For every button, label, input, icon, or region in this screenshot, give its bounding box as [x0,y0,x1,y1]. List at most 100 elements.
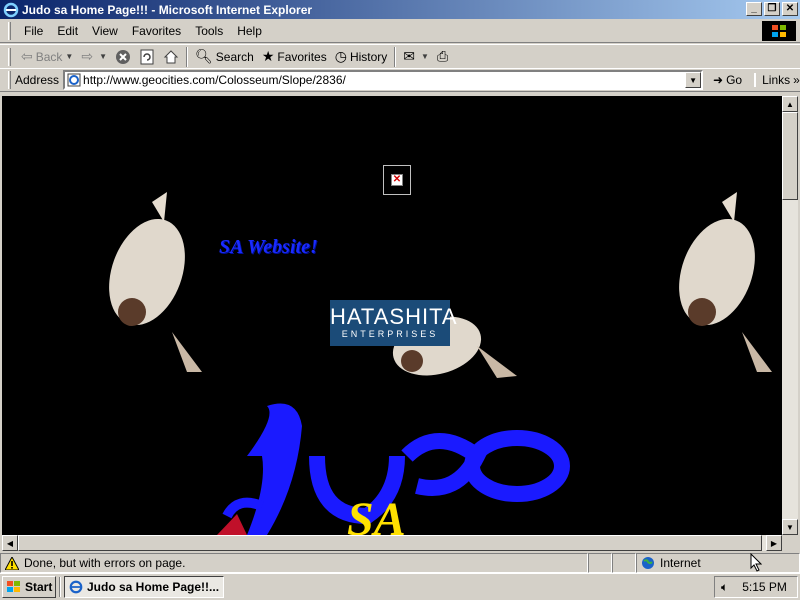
page-icon [67,73,81,87]
judoka-image-left [109,192,202,372]
volume-icon[interactable]: 🔈︎ [721,580,728,595]
address-grip[interactable] [8,71,11,89]
mouse-cursor-icon [750,553,762,572]
scroll-right-button[interactable]: ▶ [766,535,782,551]
search-icon: 🔍︎ [195,48,213,64]
status-panel-empty [612,553,636,573]
clock[interactable]: 5:15 PM [742,580,787,594]
ie-logo-icon [69,580,83,594]
restore-button[interactable]: ❐ [764,2,780,16]
print-button[interactable]: ⎙ [433,46,455,68]
chevron-right-icon: » [793,73,800,87]
mail-button[interactable]: ✉ ▼ [399,46,433,68]
windows-flag-icon [7,581,20,592]
chevron-down-icon: ▼ [99,52,107,61]
chevron-down-icon: ▼ [65,52,74,61]
chevron-down-icon: ▼ [421,52,429,61]
ie-logo-icon [3,2,19,17]
address-bar: Address http://www.geocities.com/Colosse… [0,68,800,92]
taskbar-window-title: Judo sa Home Page!!... [87,580,220,594]
judoka-image-right [679,192,772,372]
status-message-panel[interactable]: Done, but with errors on page. [0,553,588,573]
vertical-scrollbar[interactable]: ▲ ▼ [782,96,798,535]
sponsor-logo-name: HATASHITA [330,304,458,329]
history-label: History [349,49,388,64]
zone-text: Internet [660,556,701,570]
menu-bar: File Edit View Favorites Tools Help [0,19,800,43]
scroll-left-button[interactable]: ◀ [2,535,18,551]
favorites-button[interactable]: ★ Favorites [258,46,331,68]
toolbar-separator [186,46,188,67]
taskbar-ie-window[interactable]: Judo sa Home Page!!... [64,576,224,598]
menu-file[interactable]: File [17,24,50,38]
toolbar-grip[interactable] [8,47,11,66]
menu-grip[interactable] [8,21,11,40]
menu-favorites[interactable]: Favorites [125,24,188,38]
broken-image-icon: ✕ [391,174,403,186]
sponsor-logo[interactable]: HATASHITA ENTERPRISES [330,300,458,346]
print-icon: ⎙ [436,48,449,64]
address-url: http://www.geocities.com/Colosseum/Slope… [83,73,346,87]
start-button[interactable]: Start [2,576,56,598]
go-button[interactable]: ➜ Go [713,73,742,87]
links-label: Links [762,73,791,87]
globe-icon [642,557,654,569]
back-arrow-icon: ⇦ [21,48,33,64]
address-label: Address [15,73,60,87]
favorites-icon: ★ [261,48,275,64]
forward-arrow-icon: ⇨ [81,48,94,64]
menu-help[interactable]: Help [230,24,269,38]
warning-icon [5,556,19,570]
website-banner: SA Website! [219,236,318,258]
search-button[interactable]: 🔍︎ Search [191,46,258,68]
back-button[interactable]: ⇦ Back ▼ [17,46,77,68]
start-label: Start [25,580,53,594]
minimize-button[interactable]: _ [746,2,762,16]
address-field[interactable]: http://www.geocities.com/Colosseum/Slope… [63,70,704,90]
judo-sa-sub: SA [347,493,406,535]
scroll-up-button[interactable]: ▲ [782,96,798,112]
judo-sa-logo: SA [217,403,570,535]
address-dropdown-button[interactable]: ▼ [685,72,702,88]
history-button[interactable]: ◷ History [331,46,392,68]
windows-logo-icon [762,21,796,41]
refresh-button[interactable] [135,46,159,68]
status-text: Done, but with errors on page. [24,556,186,570]
menu-view[interactable]: View [85,24,125,38]
system-tray: 🔈︎ 5:15 PM [714,576,798,598]
home-icon [163,49,179,63]
go-label: Go [726,73,743,87]
menu-edit[interactable]: Edit [50,24,85,38]
close-button[interactable]: ✕ [782,2,798,16]
search-label: Search [215,49,254,64]
toolbar-separator [394,46,397,67]
menu-tools[interactable]: Tools [188,24,230,38]
security-zone-panel: Internet [636,553,800,573]
page-viewport[interactable]: ✕ SA Website! HATASHITA ENTERPRISES SA [2,96,782,535]
links-button[interactable]: Links » [754,73,800,87]
scroll-down-button[interactable]: ▼ [782,519,798,535]
stop-icon [116,49,130,64]
window-title: Judo sa Home Page!!! - Microsoft Interne… [22,2,313,17]
scroll-corner [782,535,798,551]
horizontal-scroll-thumb[interactable] [18,535,762,551]
status-bar: Done, but with errors on page. Internet [0,553,800,573]
taskbar-separator [59,577,61,597]
favorites-label: Favorites [277,49,327,64]
home-button[interactable] [159,46,183,68]
back-label: Back [35,49,63,64]
horizontal-scrollbar[interactable]: ◀ ▶ [2,535,782,551]
sponsor-logo-subtitle: ENTERPRISES [341,329,439,339]
vertical-scroll-thumb[interactable] [782,112,798,200]
mail-icon: ✉ [403,48,416,64]
go-arrow-icon: ➜ [713,73,724,87]
taskbar: Start Judo sa Home Page!!... 🔈︎ 5:15 PM [0,573,800,600]
broken-image-placeholder: ✕ [383,165,411,195]
title-bar: Judo sa Home Page!!! - Microsoft Interne… [0,0,800,19]
forward-button[interactable]: ⇨ ▼ [77,46,111,68]
refresh-icon [140,49,154,64]
status-panel-empty [588,553,612,573]
history-icon: ◷ [334,48,347,64]
stop-button[interactable] [111,46,135,68]
standard-toolbar: ⇦ Back ▼ ⇨ ▼ 🔍︎ Search ★ Favorites ◷ His… [0,44,800,68]
